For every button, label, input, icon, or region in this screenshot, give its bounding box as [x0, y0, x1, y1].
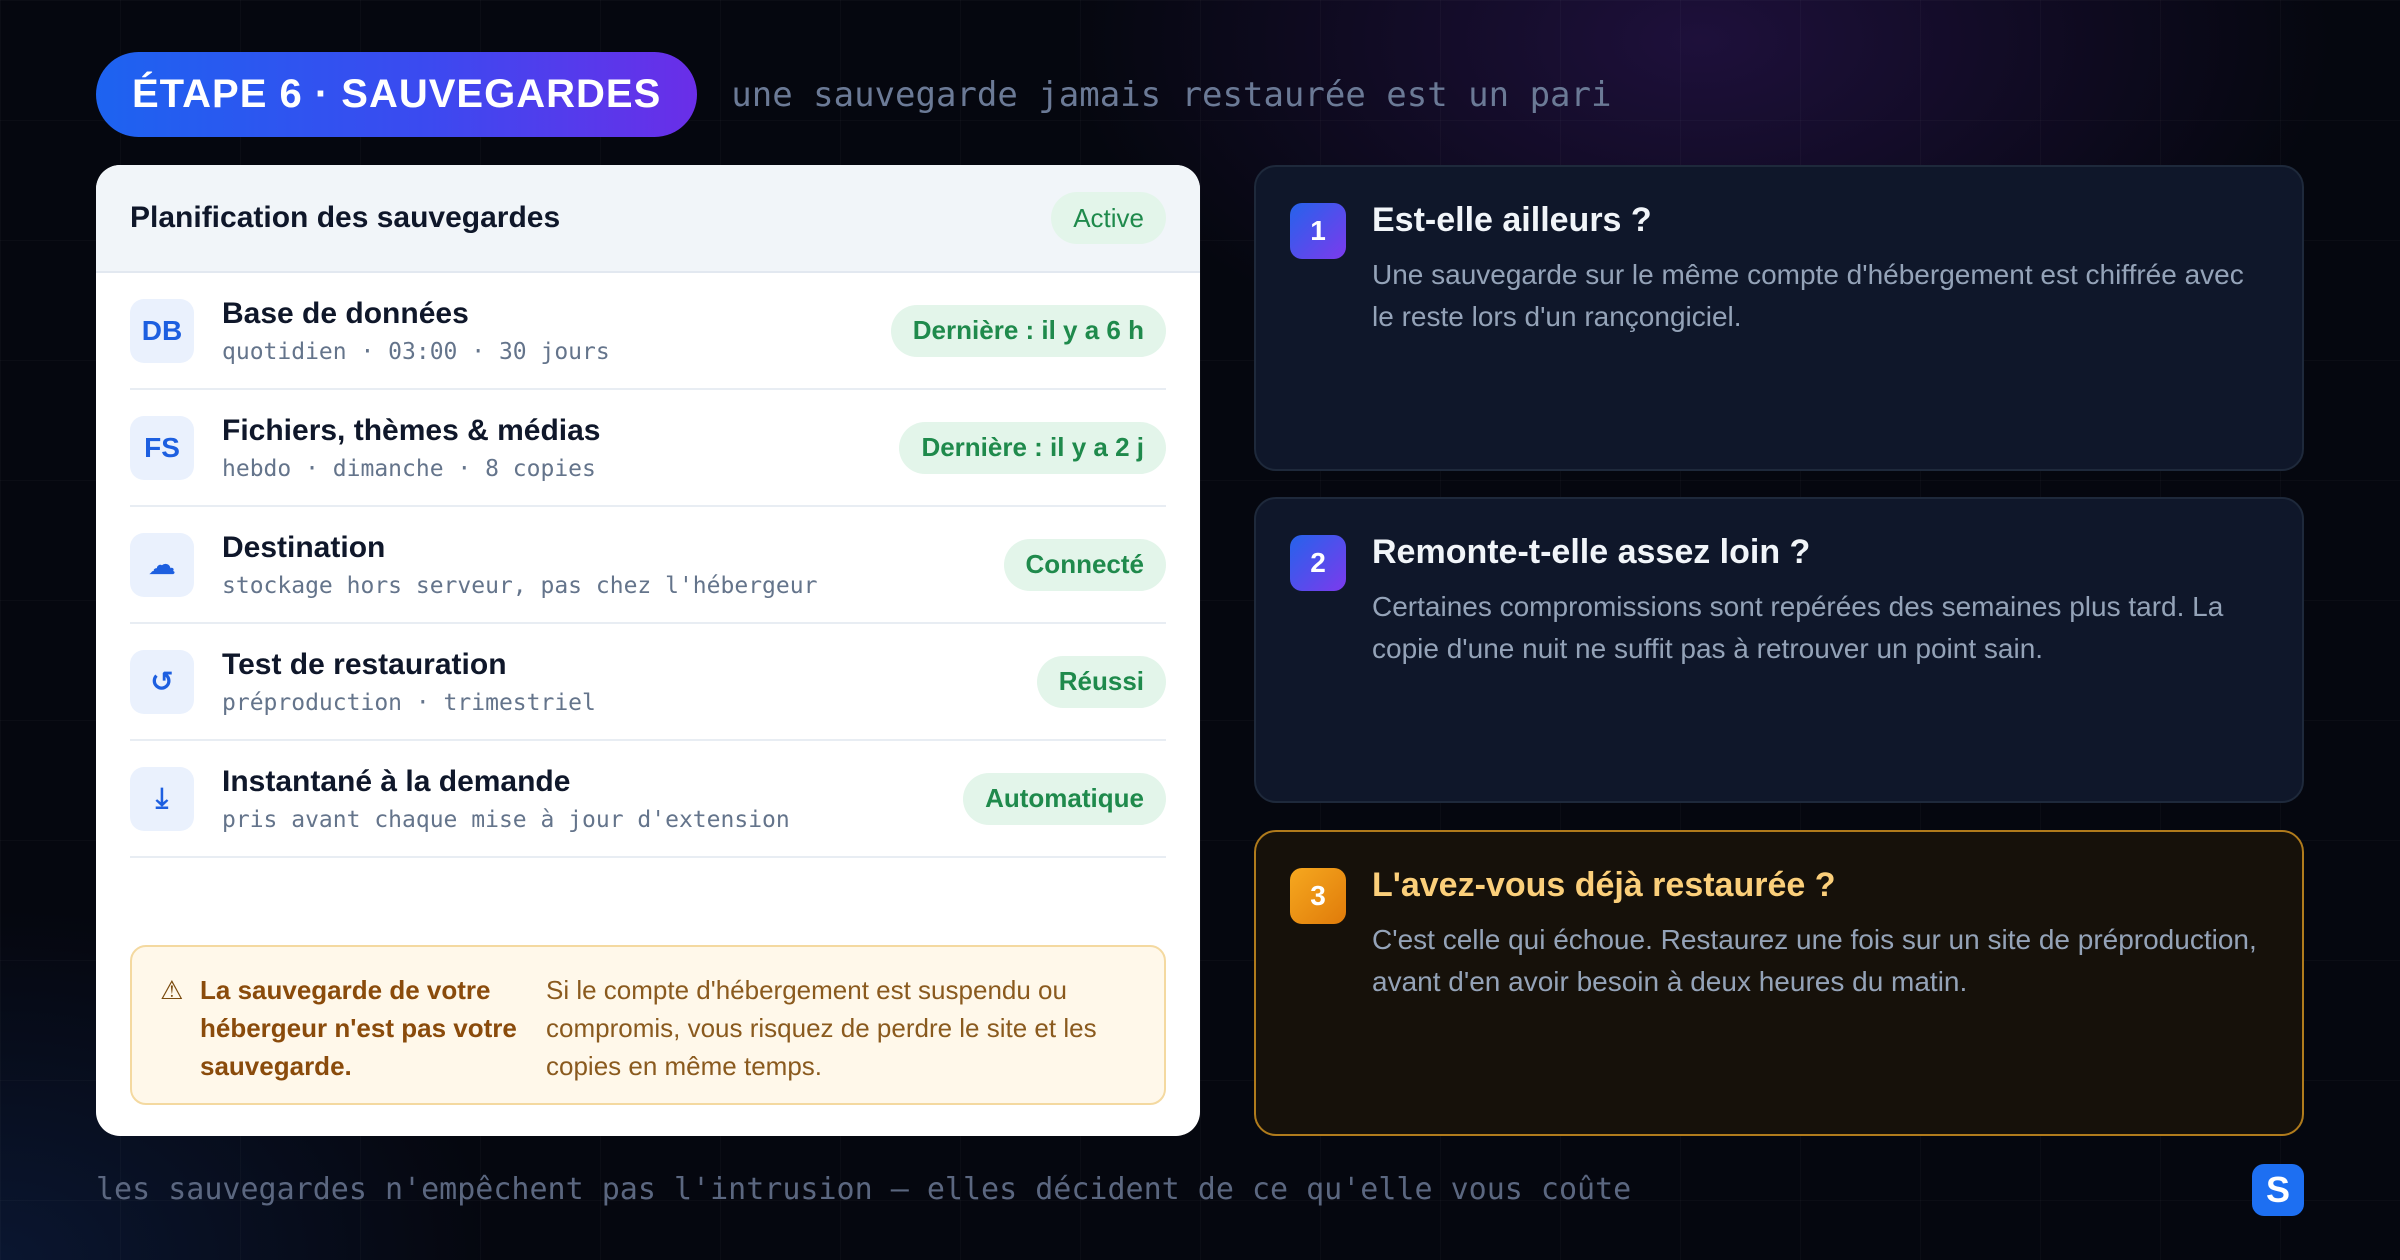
status-badge: Dernière : il y a 6 h: [890, 304, 1166, 357]
question-card-2: 2 Remonte-t-elle assez loin ? Certaines …: [1254, 497, 2304, 803]
status-badge: Automatique: [963, 772, 1166, 825]
page-header: ÉTAPE 6 · SAUVEGARDES une sauvegarde jam…: [96, 52, 1611, 137]
warning-text: Si le compte d'hébergement est suspendu …: [546, 975, 1097, 1081]
database-icon: DB: [130, 298, 194, 363]
files-icon: FS: [130, 415, 194, 480]
schedule-row-restore-test[interactable]: ↺ Test de restauration préproduction · t…: [130, 624, 1166, 741]
cloud-icon: ☁: [130, 532, 194, 597]
step-number-3: 3: [1290, 868, 1346, 924]
row-title: Instantané à la demande: [222, 764, 571, 798]
status-badge: Dernière : il y a 2 j: [899, 421, 1166, 474]
status-badge: Réussi: [1036, 655, 1166, 708]
row-title: Fichiers, thèmes & médias: [222, 413, 601, 447]
warning-title: La sauvegarde de votre hébergeur n'est p…: [200, 975, 517, 1081]
row-subtitle: quotidien · 03:00 · 30 jours: [222, 338, 610, 365]
page-tagline: une sauvegarde jamais restaurée est un p…: [731, 74, 1612, 115]
card-title: Planification des sauvegardes: [130, 201, 561, 234]
schedule-row-snapshot[interactable]: ⤓ Instantané à la demande pris avant cha…: [130, 741, 1166, 858]
question-text: C'est celle qui échoue. Restaurez une fo…: [1372, 924, 2257, 997]
question-text: Une sauvegarde sur le même compte d'hébe…: [1372, 259, 2244, 332]
question-text: Certaines compromissions sont repérées d…: [1372, 591, 2224, 664]
row-title: Base de données: [222, 296, 469, 330]
schedule-row-destination[interactable]: ☁ Destination stockage hors serveur, pas…: [130, 507, 1166, 624]
row-subtitle: pris avant chaque mise à jour d'extensio…: [222, 806, 790, 833]
row-subtitle: préproduction · trimestriel: [222, 689, 596, 716]
host-backup-warning: ⚠ La sauvegarde de votre hébergeur n'est…: [130, 945, 1166, 1105]
brand-logo: S: [2252, 1164, 2304, 1216]
question-title: Est-elle ailleurs ?: [1372, 201, 1652, 239]
schedule-row-files[interactable]: FS Fichiers, thèmes & médias hebdo · dim…: [130, 390, 1166, 507]
step-badge: ÉTAPE 6 · SAUVEGARDES: [96, 52, 698, 137]
question-card-1: 1 Est-elle ailleurs ? Une sauvegarde sur…: [1254, 165, 2304, 471]
schedule-row-database[interactable]: DB Base de données quotidien · 03:00 · 3…: [130, 273, 1166, 390]
footer-note: les sauvegardes n'empêchent pas l'intrus…: [96, 1172, 1632, 1207]
download-icon: ⤓: [130, 766, 194, 831]
schedule-status-badge: Active: [1051, 192, 1166, 244]
row-subtitle: hebdo · dimanche · 8 copies: [222, 455, 596, 482]
question-card-3: 3 L'avez-vous déjà restaurée ? C'est cel…: [1254, 830, 2304, 1136]
backup-schedule-card: Planification des sauvegardes Active DB …: [96, 165, 1200, 1136]
card-header: Planification des sauvegardes Active: [96, 165, 1200, 273]
step-number-1: 1: [1290, 203, 1346, 259]
restore-icon: ↺: [130, 649, 194, 714]
row-subtitle: stockage hors serveur, pas chez l'héberg…: [222, 572, 818, 599]
schedule-list: DB Base de données quotidien · 03:00 · 3…: [96, 273, 1200, 858]
step-number-2: 2: [1290, 535, 1346, 591]
row-title: Destination: [222, 530, 386, 564]
row-title: Test de restauration: [222, 647, 507, 681]
warning-icon: ⚠: [160, 975, 184, 1005]
question-title: L'avez-vous déjà restaurée ?: [1372, 866, 1836, 904]
status-badge: Connecté: [1003, 538, 1166, 591]
question-title: Remonte-t-elle assez loin ?: [1372, 533, 1811, 571]
